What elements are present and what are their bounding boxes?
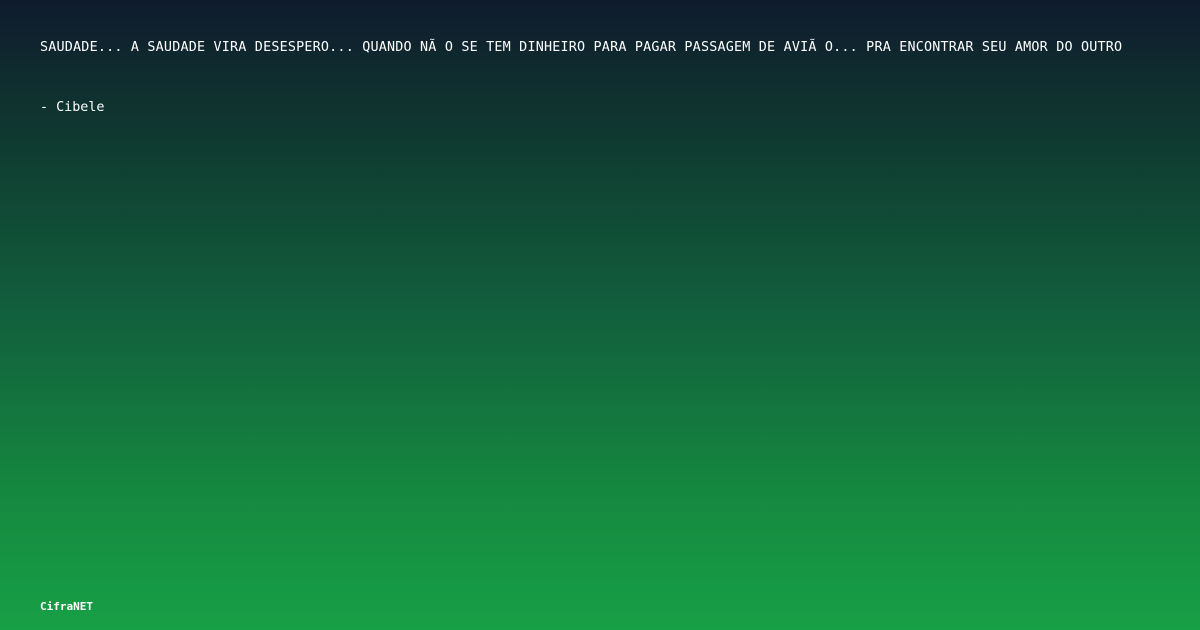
quote-card: SAUDADE... A SAUDADE VIRA DESESPERO... Q… [0, 0, 1200, 630]
quote-text: SAUDADE... A SAUDADE VIRA DESESPERO... Q… [40, 40, 1123, 55]
quote-author: - Cibele [40, 100, 105, 115]
brand-logo-text: CifraNET [40, 600, 93, 613]
